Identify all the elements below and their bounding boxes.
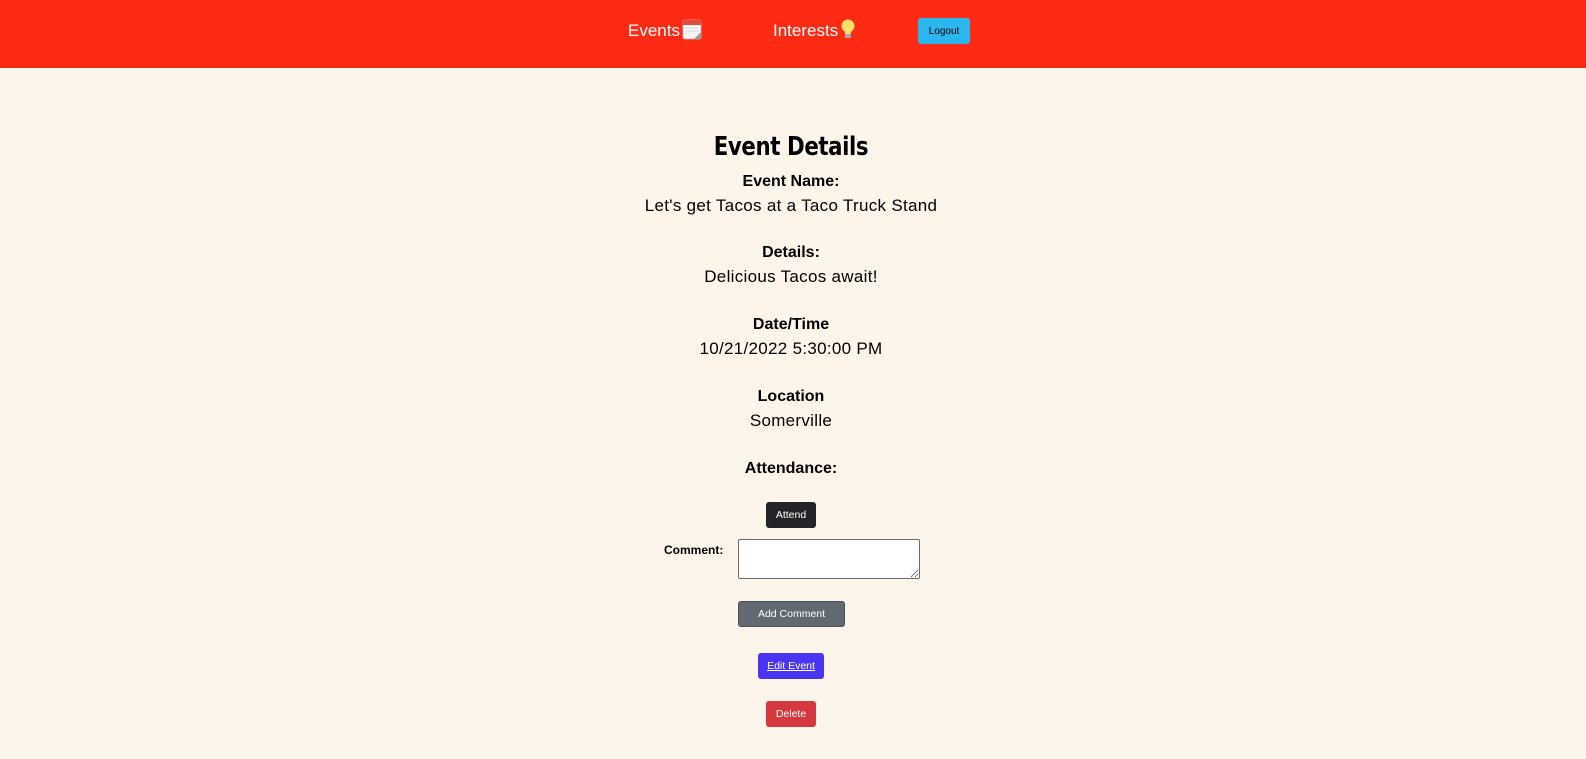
- delete-button[interactable]: Delete: [766, 701, 816, 727]
- nav-events-link[interactable]: Events: [628, 18, 702, 44]
- calendar-icon: [682, 18, 702, 48]
- nav-interests-link[interactable]: Interests: [773, 18, 856, 44]
- datetime-label: Date/Time: [752, 316, 830, 333]
- datetime-value: 10/21/2022 5:30:00 PM: [699, 339, 883, 358]
- location-label: Location: [757, 388, 825, 405]
- lightbulb-icon: [840, 18, 856, 48]
- event-name-value: Let's get Tacos at a Taco Truck Stand: [644, 196, 938, 215]
- edit-event-button[interactable]: Edit Event: [758, 653, 824, 679]
- details-value: Delicious Tacos await!: [704, 267, 878, 286]
- comment-textarea[interactable]: [738, 539, 920, 579]
- comment-label: Comment:: [664, 543, 724, 557]
- top-navbar: Events Interests Logout: [0, 0, 1586, 68]
- location-value: Somerville: [749, 411, 833, 430]
- details-label: Details:: [762, 244, 820, 261]
- attendance-label: Attendance:: [744, 460, 838, 477]
- add-comment-button[interactable]: Add Comment: [738, 601, 845, 627]
- nav-interests-label: Interests: [773, 21, 839, 40]
- nav-events-label: Events: [628, 21, 680, 40]
- event-name-label: Event Name:: [742, 173, 840, 190]
- page-title: Event Details: [713, 132, 869, 162]
- attend-button[interactable]: Attend: [766, 502, 816, 528]
- logout-button[interactable]: Logout: [918, 18, 970, 44]
